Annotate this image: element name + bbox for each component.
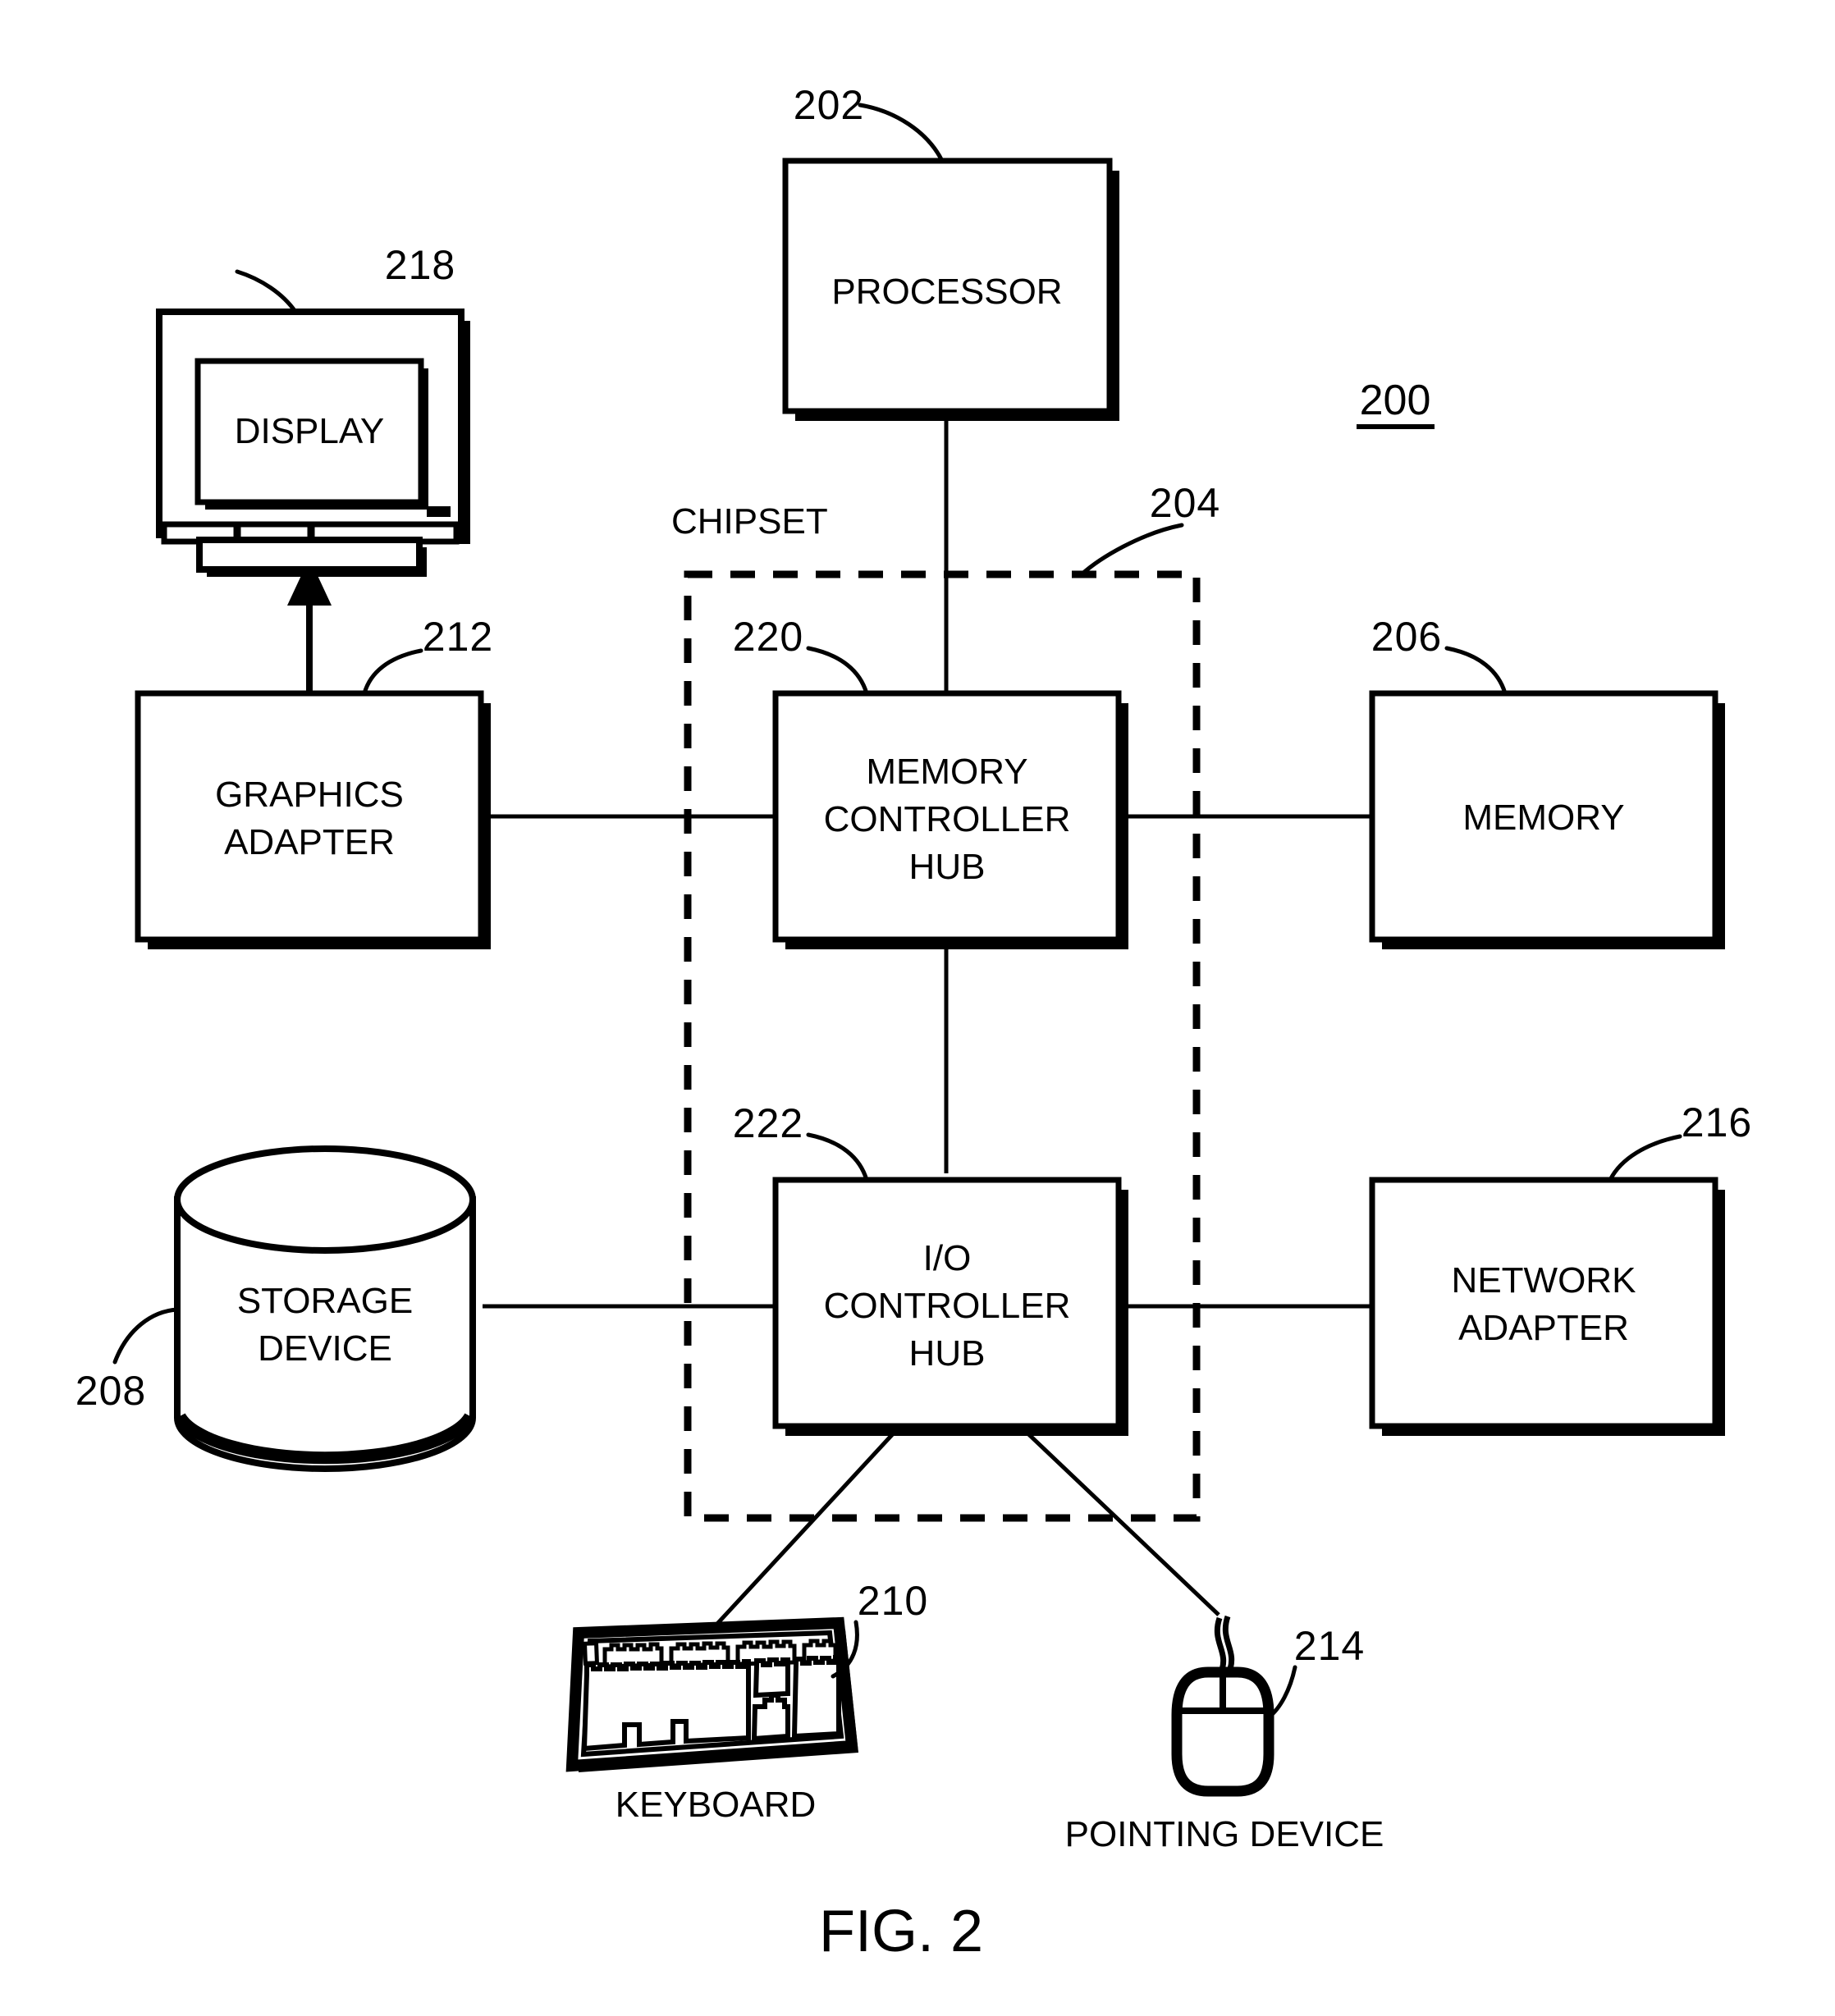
mch-label-line1: MEMORY: [866, 752, 1027, 792]
ich-label-line1: I/O: [923, 1238, 972, 1278]
system-reference: 200: [1357, 377, 1435, 429]
mch-label-line3: HUB: [909, 847, 986, 887]
ref-214: 214: [1294, 1623, 1365, 1669]
ref-212: 212: [423, 614, 493, 660]
block-keyboard[interactable]: [565, 1616, 858, 1772]
storage-cylinder-top: [174, 1145, 476, 1254]
block-diagram-canvas: CHIPSET 204 PROCESSOR 202 200 MEMORY CON…: [0, 0, 1835, 2016]
ref-216: 216: [1682, 1099, 1752, 1145]
ref-204: 204: [1150, 480, 1220, 526]
ref-208: 208: [76, 1368, 146, 1414]
display-indicator-icon: [427, 506, 451, 517]
network-label-line1: NETWORK: [1452, 1260, 1636, 1301]
graphics-label-line1: GRAPHICS: [215, 775, 404, 815]
network-label-line2: ADAPTER: [1458, 1308, 1629, 1348]
figure-caption: FIG. 2: [819, 1899, 983, 1964]
chipset-label: CHIPSET: [671, 501, 828, 542]
ich-label-line2: CONTROLLER: [824, 1286, 1071, 1326]
display-label: DISPLAY: [235, 411, 385, 451]
ref-222: 222: [733, 1100, 803, 1146]
graphics-label-line2: ADAPTER: [224, 822, 395, 862]
mch-label-line2: CONTROLLER: [824, 799, 1071, 839]
block-io-controller-hub[interactable]: I/O CONTROLLER HUB: [772, 1177, 1128, 1436]
block-network-adapter[interactable]: NETWORK ADAPTER: [1369, 1177, 1725, 1436]
pointing-device-label: POINTING DEVICE: [1065, 1814, 1384, 1854]
block-processor[interactable]: PROCESSOR: [782, 158, 1119, 421]
keyboard-label: KEYBOARD: [615, 1785, 817, 1825]
patent-figure: CHIPSET 204 PROCESSOR 202 200 MEMORY CON…: [0, 0, 1835, 2016]
block-graphics-adapter[interactable]: GRAPHICS ADAPTER: [135, 690, 491, 949]
keyboard-main-key-area: [581, 1655, 841, 1752]
block-memory[interactable]: MEMORY: [1369, 690, 1725, 949]
block-memory-controller-hub[interactable]: MEMORY CONTROLLER HUB: [772, 690, 1128, 949]
ref-200-text: 200: [1360, 377, 1431, 424]
display-stand: [196, 537, 423, 573]
ref-202: 202: [794, 82, 864, 128]
ich-label-line3: HUB: [909, 1333, 986, 1374]
ref-210: 210: [858, 1578, 928, 1624]
ref-218: 218: [385, 242, 455, 288]
memory-label: MEMORY: [1462, 798, 1624, 838]
ref-206: 206: [1371, 614, 1442, 660]
processor-label: PROCESSOR: [831, 272, 1062, 312]
block-storage-device[interactable]: STORAGE DEVICE: [174, 1145, 476, 1472]
block-display[interactable]: DISPLAY: [156, 309, 470, 577]
storage-label-line2: DEVICE: [258, 1328, 392, 1369]
ref-220: 220: [733, 614, 803, 660]
storage-label-line1: STORAGE: [237, 1281, 413, 1321]
